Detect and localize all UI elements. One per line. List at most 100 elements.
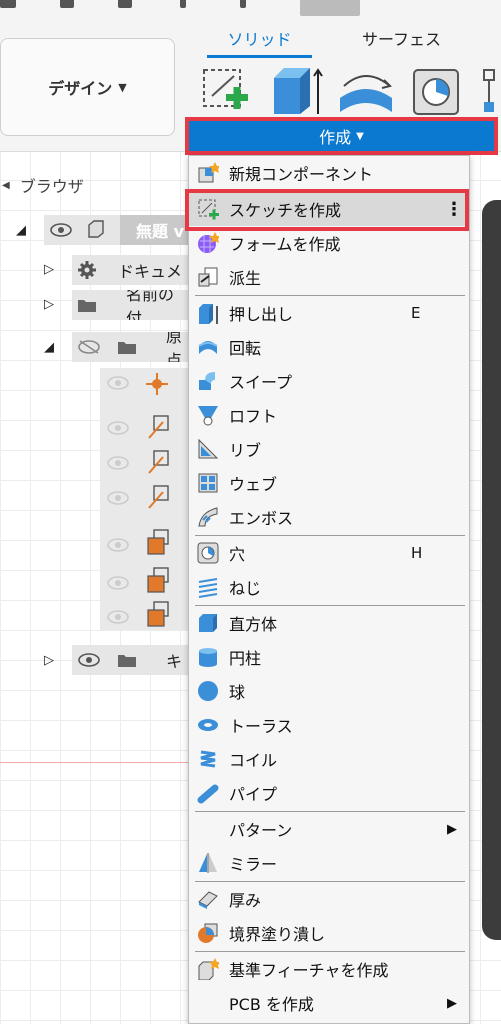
menu-item-label: ロフト xyxy=(229,407,278,426)
tab-surface[interactable]: サーフェス xyxy=(362,26,441,50)
submenu-arrow-icon: ▶ xyxy=(447,995,457,1011)
workspace-label: デザイン xyxy=(48,79,113,98)
eye-icon[interactable] xyxy=(106,421,130,435)
menu-item-label: 新規コンポーネント xyxy=(229,165,374,184)
menu-item-emboss[interactable]: エンボス xyxy=(189,500,469,534)
boundary-fill-icon xyxy=(198,923,218,943)
axis-icon[interactable] xyxy=(146,484,172,510)
construct-icon[interactable] xyxy=(478,64,501,116)
pipe-icon xyxy=(197,784,219,804)
extrude-icon[interactable] xyxy=(270,64,326,116)
menu-item-label: 円柱 xyxy=(229,649,262,668)
expand-down-icon[interactable]: ◢ xyxy=(44,340,54,355)
expand-right-icon[interactable]: ▷ xyxy=(44,262,54,277)
axis-icon[interactable] xyxy=(146,414,172,440)
axis-icon[interactable] xyxy=(146,449,172,475)
revolve-icon[interactable] xyxy=(336,64,396,116)
menu-item-pattern[interactable]: パターン ▶ xyxy=(189,812,469,846)
menu-item-thread[interactable]: ねじ xyxy=(189,570,469,604)
menu-item-pipe[interactable]: パイプ xyxy=(189,776,469,810)
origin-point-icon[interactable] xyxy=(146,373,168,395)
eye-icon[interactable] xyxy=(78,653,100,667)
tree-item-document-settings[interactable]: ドキュメ xyxy=(118,255,188,285)
tab-solid[interactable]: ソリッド xyxy=(207,26,312,58)
plane-icon[interactable] xyxy=(144,600,172,628)
shortcut-label: H xyxy=(411,544,423,562)
menu-item-torus[interactable]: トーラス xyxy=(189,708,469,742)
menu-item-loft[interactable]: ロフト xyxy=(189,398,469,432)
base-feature-icon xyxy=(198,958,219,980)
highlight-frame xyxy=(185,189,469,231)
sphere-icon xyxy=(198,681,218,701)
eye-icon[interactable] xyxy=(106,376,130,390)
folder-icon xyxy=(118,342,136,354)
eye-icon[interactable] xyxy=(106,491,130,505)
toolbar-icon[interactable] xyxy=(60,0,74,8)
menu-item-rib[interactable]: リブ xyxy=(189,432,469,466)
side-panel xyxy=(482,200,501,940)
create-dropdown-button[interactable]: 作成 ▼ xyxy=(185,117,498,155)
expand-down-icon[interactable]: ◢ xyxy=(16,223,26,238)
menu-item-cylinder[interactable]: 円柱 xyxy=(189,640,469,674)
torus-icon xyxy=(198,719,218,731)
menu-item-box[interactable]: 直方体 xyxy=(189,606,469,640)
shortcut-label: E xyxy=(411,304,421,322)
tree-item-named-views[interactable]: 名前の付 xyxy=(126,290,188,320)
menu-item-hole[interactable]: 穴 H xyxy=(189,536,469,570)
menu-item-thicken[interactable]: 厚み xyxy=(189,882,469,916)
menu-item-label: 基準フィーチャを作成 xyxy=(229,961,389,980)
menu-item-sphere[interactable]: 球 xyxy=(189,674,469,708)
toolbar-icon[interactable] xyxy=(118,0,132,8)
tree-item-origin[interactable]: 原点 xyxy=(166,332,188,362)
workspace-switcher[interactable]: デザイン ▼ xyxy=(0,38,175,136)
eye-icon[interactable] xyxy=(106,610,130,624)
menu-item-label: 派生 xyxy=(229,269,262,288)
plane-icon[interactable] xyxy=(144,566,172,594)
menu-item-boundary-fill[interactable]: 境界塗り潰し xyxy=(189,916,469,950)
revolve-icon xyxy=(198,341,218,354)
hole-icon[interactable] xyxy=(408,64,464,116)
eye-icon[interactable] xyxy=(106,576,130,590)
create-menu: 新規コンポーネント スケッチを作成 ⋮ フォームを作成 派生 押し出し E 回転… xyxy=(188,155,470,1024)
menu-item-create-pcb[interactable]: PCB を作成 ▶ xyxy=(189,986,469,1020)
eye-icon[interactable] xyxy=(106,538,130,552)
tree-root[interactable]: 無題 v xyxy=(120,215,188,245)
expand-right-icon[interactable]: ▷ xyxy=(44,297,54,312)
rib-icon xyxy=(198,438,219,459)
home-icon[interactable] xyxy=(300,0,360,16)
toolbar-icon[interactable] xyxy=(240,0,246,8)
menu-item-revolve[interactable]: 回転 xyxy=(189,330,469,364)
root-label: 無題 v xyxy=(136,222,185,241)
menu-item-web[interactable]: ウェブ xyxy=(189,466,469,500)
menu-item-coil[interactable]: コイル xyxy=(189,742,469,776)
menu-item-extrude[interactable]: 押し出し E xyxy=(189,296,469,330)
browser-header[interactable]: ◀ ブラウザ xyxy=(0,170,200,200)
component-icon xyxy=(88,220,104,238)
menu-item-mirror[interactable]: ミラー xyxy=(189,846,469,880)
menu-item-new-component[interactable]: 新規コンポーネント xyxy=(189,156,469,190)
toolbar-icon[interactable] xyxy=(0,0,16,8)
toolbar-icon[interactable] xyxy=(180,0,186,8)
eye-icon[interactable] xyxy=(106,456,130,470)
menu-item-label: コイル xyxy=(229,751,278,770)
menu-item-base-feature[interactable]: 基準フィーチャを作成 xyxy=(189,952,469,986)
tree-item-label: 原点 xyxy=(166,332,183,362)
emboss-icon xyxy=(198,507,218,527)
thread-icon xyxy=(198,578,218,598)
web-icon xyxy=(198,473,218,493)
chevron-down-icon: ▼ xyxy=(118,80,127,94)
menu-item-label: 球 xyxy=(229,683,246,702)
menu-item-label: トーラス xyxy=(229,717,293,736)
menu-item-label: ねじ xyxy=(229,579,262,598)
expand-right-icon[interactable]: ▷ xyxy=(44,653,54,668)
tree-item-folder[interactable]: キ xyxy=(166,645,188,675)
mirror-icon xyxy=(199,853,217,873)
create-sketch-icon[interactable] xyxy=(200,64,252,116)
collapse-icon[interactable]: ◀ xyxy=(2,180,10,191)
eye-icon[interactable] xyxy=(50,223,72,237)
menu-item-derive[interactable]: 派生 xyxy=(189,260,469,294)
menu-item-create-form[interactable]: フォームを作成 xyxy=(189,226,469,260)
plane-icon[interactable] xyxy=(144,528,172,556)
menu-item-sweep[interactable]: スイープ xyxy=(189,364,469,398)
eye-hidden-icon[interactable] xyxy=(78,340,100,354)
